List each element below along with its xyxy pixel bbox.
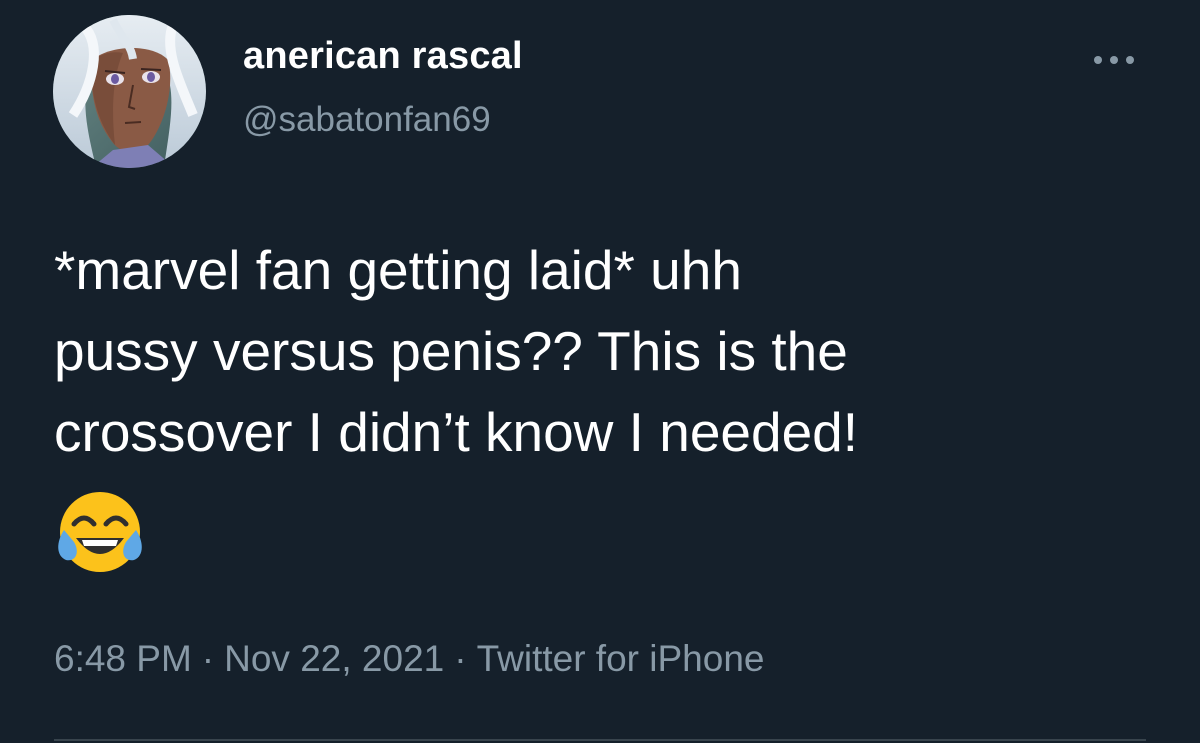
display-name[interactable]: anerican rascal (243, 35, 523, 78)
more-dots-icon (1094, 56, 1134, 64)
tweet-time[interactable]: 6:48 PM (54, 638, 192, 680)
user-handle[interactable]: @sabatonfan69 (243, 100, 491, 140)
tweet-metadata: 6:48 PM · Nov 22, 2021 · Twitter for iPhone (54, 638, 764, 680)
avatar[interactable] (53, 15, 206, 168)
tweet-source[interactable]: Twitter for iPhone (477, 638, 765, 680)
divider (54, 739, 1146, 741)
avatar-image (53, 15, 206, 168)
tweet-date[interactable]: Nov 22, 2021 (224, 638, 444, 680)
separator: · (454, 638, 467, 679)
tweet-card: anerican rascal @sabatonfan69 *marvel fa… (0, 0, 1200, 743)
more-options-button[interactable] (1084, 40, 1144, 80)
tweet-text: *marvel fan getting laid* uhh pussy vers… (54, 239, 859, 463)
separator: · (201, 638, 215, 679)
tears-of-joy-emoji-icon (54, 486, 146, 578)
